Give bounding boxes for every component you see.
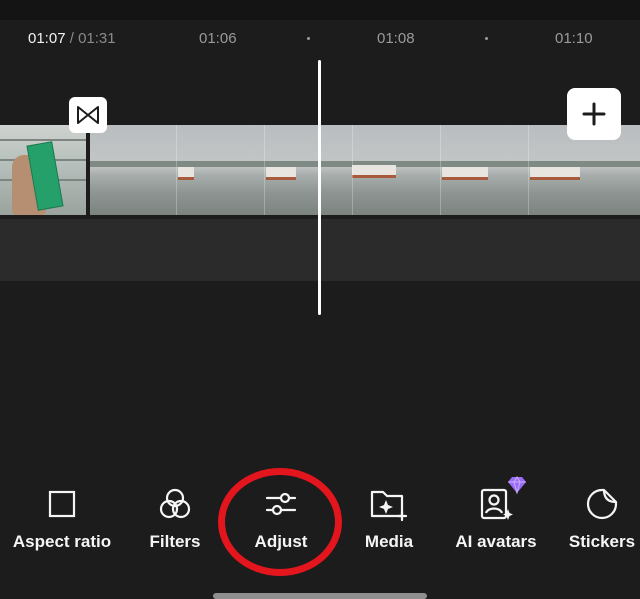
bowtie-transition-icon (77, 106, 99, 124)
home-indicator[interactable] (213, 593, 427, 599)
timeline-ruler[interactable]: 01:07 / 01:31 01:06 01:08 01:10 (0, 20, 640, 56)
total-time: 01:31 (78, 30, 116, 47)
tool-filters[interactable]: Filters (142, 484, 208, 552)
ruler-tick-label: 01:06 (199, 30, 237, 47)
highlight-circle-annotation (218, 468, 342, 576)
transition-button[interactable] (69, 97, 107, 133)
frame-divider (528, 125, 529, 215)
premium-diamond-icon (508, 476, 526, 494)
timecode: 01:07 / 01:31 (28, 30, 116, 47)
clip-thumbnail-detail (178, 167, 194, 180)
tool-label: Aspect ratio (12, 532, 112, 551)
video-clip-1[interactable] (0, 125, 86, 215)
time-separator: / (65, 30, 79, 47)
plus-icon (582, 102, 606, 126)
tool-media[interactable]: Media (356, 484, 422, 552)
frame-divider (176, 125, 177, 215)
tool-label: Filters (149, 532, 201, 551)
video-clip-2[interactable] (90, 125, 640, 215)
clip-thumbnail-detail (266, 167, 296, 180)
clip-thumbnail-detail (352, 165, 396, 178)
tool-label: AI avatars (455, 532, 537, 551)
ruler-tick-dot (485, 37, 488, 40)
clip-thumbnail-detail (442, 167, 488, 180)
ruler-tick-label: 01:08 (377, 30, 415, 47)
playhead[interactable] (318, 60, 321, 315)
tool-aspect-ratio[interactable]: Aspect ratio (8, 484, 116, 552)
frame-divider (264, 125, 265, 215)
frame-divider (352, 125, 353, 215)
frame-divider (440, 125, 441, 215)
tool-ai-avatars[interactable]: AI avatars (450, 476, 542, 552)
ruler-tick-label: 01:10 (555, 30, 593, 47)
add-clip-button[interactable] (567, 88, 621, 140)
clip-thumbnail-detail (530, 167, 580, 180)
sticker-icon (586, 488, 618, 520)
ruler-tick-dot (307, 37, 310, 40)
clip-thumbnail-detail (0, 139, 86, 141)
filters-icon (159, 488, 191, 519)
tool-stickers[interactable]: Stickers (566, 484, 638, 552)
tool-label: Media (364, 532, 414, 551)
tool-label: Stickers (568, 532, 636, 551)
media-folder-icon (370, 490, 408, 522)
top-bar (0, 0, 640, 20)
square-icon (48, 490, 76, 518)
current-time: 01:07 (28, 30, 66, 47)
